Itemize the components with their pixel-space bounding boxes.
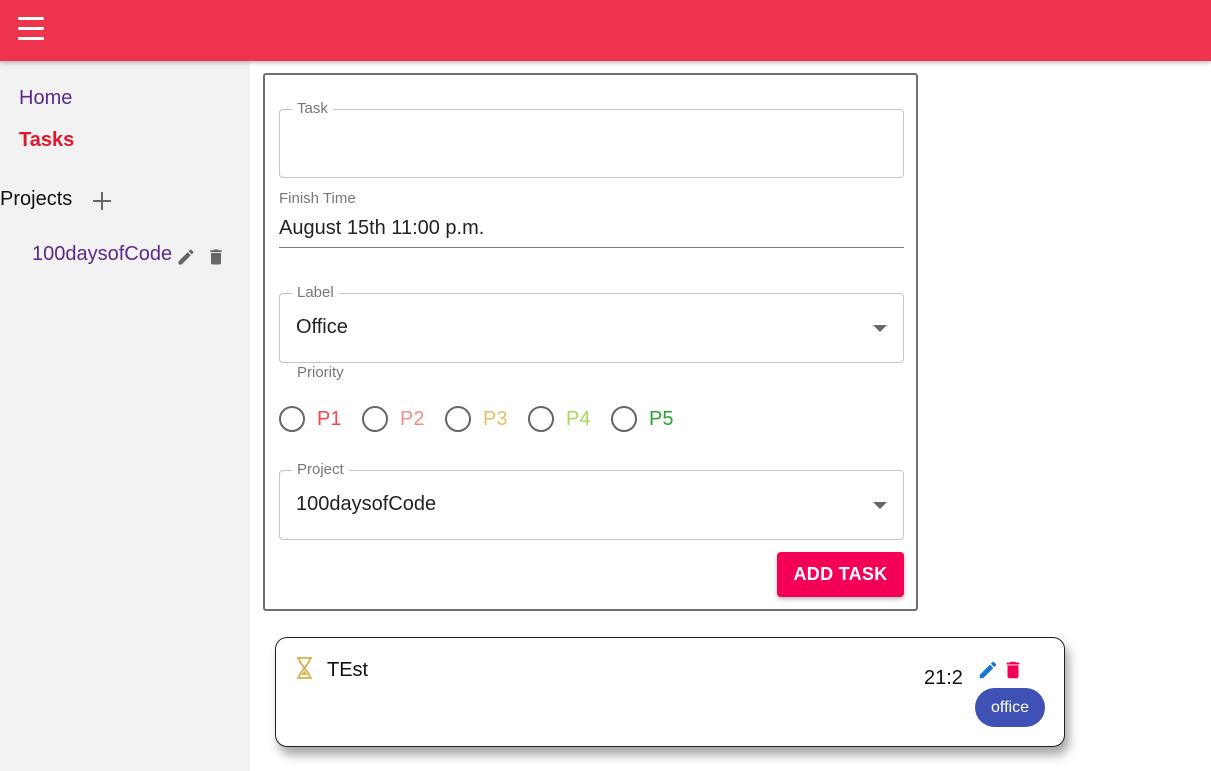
edit-project-pencil-icon[interactable] [176, 247, 196, 267]
priority-radio-p3[interactable] [445, 406, 471, 432]
add-task-form: Task Finish Time August 15th 11:00 p.m. … [263, 73, 918, 611]
task-card: TEst 21:2 office [275, 637, 1065, 747]
menu-line [18, 37, 44, 40]
menu-line [18, 27, 44, 30]
add-task-button[interactable]: ADD TASK [777, 552, 904, 597]
priority-radio-p4[interactable] [528, 406, 554, 432]
menu-line [18, 17, 44, 20]
priority-label-p4[interactable]: P4 [566, 408, 590, 431]
project-selected-value: 100daysofCode [296, 493, 437, 515]
priority-radio-p2[interactable] [362, 406, 388, 432]
priority-label-p1[interactable]: P1 [317, 408, 341, 431]
dropdown-arrow-icon [873, 325, 887, 332]
priority-label-p5[interactable]: P5 [649, 408, 673, 431]
dropdown-arrow-icon [873, 502, 887, 509]
finish-time-input[interactable]: August 15th 11:00 p.m. [279, 217, 904, 248]
delete-task-trash-icon[interactable] [1002, 659, 1024, 681]
task-label-badge: office [975, 688, 1045, 727]
priority-radio-p1[interactable] [279, 406, 305, 432]
priority-label-p2[interactable]: P2 [400, 408, 424, 431]
task-time: 21:2 [924, 667, 963, 689]
projects-heading: Projects [0, 188, 73, 210]
priority-label: Priority [297, 364, 344, 381]
nav-home-link[interactable]: Home [19, 87, 72, 110]
label-legend: Label [292, 284, 339, 301]
finish-time-label: Finish Time [279, 190, 356, 207]
task-title: TEst [327, 659, 369, 681]
project-select[interactable]: Project 100daysofCode [279, 461, 904, 540]
nav-tasks-link[interactable]: Tasks [19, 129, 74, 152]
project-item-100daysofcode[interactable]: 100daysofCode [32, 243, 172, 266]
hamburger-menu-icon[interactable] [16, 17, 48, 43]
label-selected-value: Office [296, 316, 348, 338]
sidebar: Home Tasks Projects 100daysofCode [0, 61, 250, 771]
delete-project-trash-icon[interactable] [206, 247, 226, 267]
label-select[interactable]: Label Office [279, 284, 904, 363]
priority-radio-p5[interactable] [611, 406, 637, 432]
add-project-plus-icon[interactable] [92, 191, 112, 211]
priority-label-p3[interactable]: P3 [483, 408, 507, 431]
edit-task-pencil-icon[interactable] [977, 659, 999, 681]
project-legend: Project [292, 461, 349, 478]
task-input[interactable]: Task [279, 100, 904, 178]
app-bar [0, 0, 1211, 61]
hourglass-icon [297, 657, 312, 679]
task-legend: Task [292, 100, 333, 117]
